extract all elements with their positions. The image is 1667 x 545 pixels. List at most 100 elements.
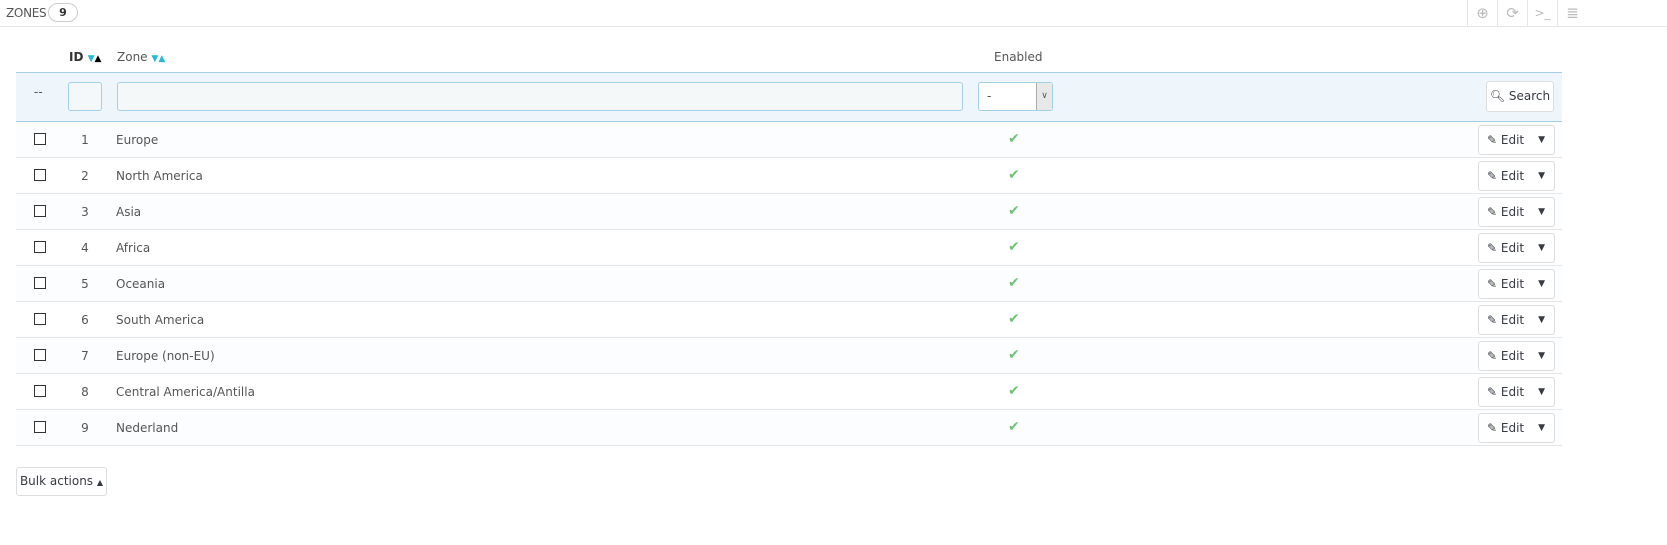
row-zone: North America [116,169,203,183]
row-checkbox[interactable] [34,421,46,433]
table-row: 9 Nederland ✔ ✎ Edit ▼ [16,410,1562,446]
terminal-icon[interactable]: >_ [1527,0,1557,27]
edit-button[interactable]: ✎ Edit ▼ [1478,233,1555,263]
row-checkbox[interactable] [34,169,46,181]
row-zone: Europe (non-EU) [116,349,215,363]
table-row: 6 South America ✔ ✎ Edit ▼ [16,302,1562,338]
row-zone: Oceania [116,277,166,291]
edit-button[interactable]: ✎ Edit ▼ [1478,125,1555,155]
table-row: 1 Europe ✔ ✎ Edit ▼ [16,122,1562,158]
row-zone: Europe [116,133,159,147]
select-value: - [987,89,992,103]
check-icon[interactable]: ✔ [1008,419,1020,435]
id-filter-input[interactable] [68,82,102,111]
search-label: Search [1508,89,1551,103]
edit-button[interactable]: ✎ Edit ▼ [1478,341,1555,371]
column-label: Zone [117,50,148,64]
caret-down-icon[interactable]: ▼ [1538,234,1545,262]
sort-asc-icon[interactable]: ▲ [95,54,102,64]
edit-label: Edit [1500,205,1525,219]
filter-row: -- - ∨ 🔍︎ Search [16,72,1562,122]
row-id: 6 [81,313,89,327]
pencil-icon: ✎ [1487,241,1498,255]
pencil-icon: ✎ [1487,169,1498,183]
table-row: 2 North America ✔ ✎ Edit ▼ [16,158,1562,194]
check-icon[interactable]: ✔ [1008,347,1020,363]
row-checkbox[interactable] [34,241,46,253]
column-header-zone: Zone ▼▲ [117,50,165,64]
row-checkbox[interactable] [34,205,46,217]
caret-down-icon[interactable]: ▼ [1538,306,1545,334]
row-checkbox[interactable] [34,385,46,397]
pencil-icon: ✎ [1487,277,1498,291]
search-button[interactable]: 🔍︎ Search [1486,81,1554,112]
pencil-icon: ✎ [1487,349,1498,363]
row-zone: South America [116,313,205,327]
search-icon: 🔍︎ [1489,89,1506,103]
caret-down-icon[interactable]: ▼ [1538,126,1545,154]
table-row: 7 Europe (non-EU) ✔ ✎ Edit ▼ [16,338,1562,374]
row-checkbox[interactable] [34,313,46,325]
table-row: 3 Asia ✔ ✎ Edit ▼ [16,194,1562,230]
count-badge: 9 [48,3,78,22]
table-row: 8 Central America/Antilla ✔ ✎ Edit ▼ [16,374,1562,410]
edit-button[interactable]: ✎ Edit ▼ [1478,413,1555,443]
caret-down-icon[interactable]: ▼ [1538,198,1545,226]
page-header: ZONES 9 ⊕ ⟳ >_ ≣ [0,0,1667,27]
row-id: 2 [81,169,89,183]
column-header-enabled: Enabled [994,50,1043,64]
caret-down-icon[interactable]: ▼ [1538,342,1545,370]
refresh-icon[interactable]: ⟳ [1497,0,1527,27]
edit-label: Edit [1500,313,1525,327]
edit-label: Edit [1500,277,1525,291]
row-zone: Asia [116,205,142,219]
caret-down-icon[interactable]: ▼ [1538,270,1545,298]
row-id: 9 [81,421,89,435]
bulk-actions-button[interactable]: Bulk actions ▲ [16,467,107,496]
zone-filter-input[interactable] [117,82,963,111]
edit-button[interactable]: ✎ Edit ▼ [1478,377,1555,407]
edit-button[interactable]: ✎ Edit ▼ [1478,269,1555,299]
bulk-placeholder: -- [34,85,43,99]
caret-down-icon[interactable]: ▼ [1538,414,1545,442]
edit-button[interactable]: ✎ Edit ▼ [1478,197,1555,227]
check-icon[interactable]: ✔ [1008,203,1020,219]
row-checkbox[interactable] [34,349,46,361]
row-id: 5 [81,277,89,291]
row-id: 3 [81,205,89,219]
sort-asc-icon[interactable]: ▲ [158,54,165,64]
check-icon[interactable]: ✔ [1008,383,1020,399]
check-icon[interactable]: ✔ [1008,311,1020,327]
table-row: 4 Africa ✔ ✎ Edit ▼ [16,230,1562,266]
check-icon[interactable]: ✔ [1008,275,1020,291]
edit-label: Edit [1500,169,1525,183]
pencil-icon: ✎ [1487,385,1498,399]
row-id: 1 [81,133,89,147]
caret-down-icon[interactable]: ▼ [1538,378,1545,406]
edit-label: Edit [1500,385,1525,399]
chevron-down-icon: ∨ [1036,83,1052,110]
bulk-actions-label: Bulk actions [19,474,94,488]
pencil-icon: ✎ [1487,313,1498,327]
pencil-icon: ✎ [1487,133,1498,147]
database-icon[interactable]: ≣ [1557,0,1587,27]
column-header-id: ID ▼▲ [69,50,101,64]
table-row: 5 Oceania ✔ ✎ Edit ▼ [16,266,1562,302]
row-id: 8 [81,385,89,399]
row-id: 4 [81,241,89,255]
sort-desc-icon[interactable]: ▼ [88,54,95,64]
pencil-icon: ✎ [1487,421,1498,435]
caret-down-icon[interactable]: ▼ [1538,162,1545,190]
edit-button[interactable]: ✎ Edit ▼ [1478,161,1555,191]
check-icon[interactable]: ✔ [1008,131,1020,147]
row-checkbox[interactable] [34,277,46,289]
enabled-filter-select[interactable]: - ∨ [978,82,1053,111]
add-icon[interactable]: ⊕ [1467,0,1497,27]
page-title: ZONES [6,6,47,20]
column-label: ID [69,50,84,64]
row-checkbox[interactable] [34,133,46,145]
edit-button[interactable]: ✎ Edit ▼ [1478,305,1555,335]
check-icon[interactable]: ✔ [1008,167,1020,183]
check-icon[interactable]: ✔ [1008,239,1020,255]
edit-label: Edit [1500,133,1525,147]
